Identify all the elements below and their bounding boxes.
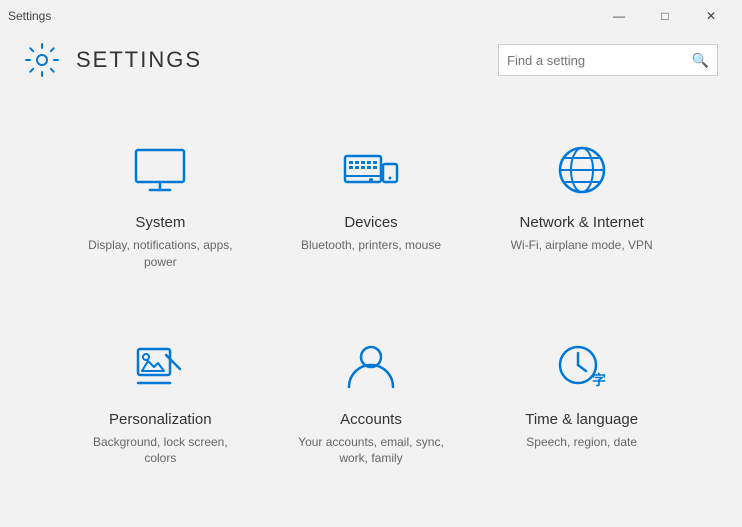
search-input[interactable] xyxy=(507,53,692,68)
header: SETTINGS 🔍 xyxy=(0,32,742,94)
network-name: Network & Internet xyxy=(520,214,644,231)
minimize-button[interactable]: — xyxy=(596,0,642,32)
time-icon: 字 xyxy=(550,335,614,399)
search-icon: 🔍 xyxy=(692,52,709,69)
time-name: Time & language xyxy=(525,411,638,428)
network-desc: Wi-Fi, airplane mode, VPN xyxy=(511,237,653,254)
accounts-icon xyxy=(339,335,403,399)
network-icon xyxy=(550,138,614,202)
close-button[interactable]: ✕ xyxy=(688,0,734,32)
time-desc: Speech, region, date xyxy=(526,434,637,451)
title-bar-title: Settings xyxy=(8,9,51,23)
settings-item-personalization[interactable]: Personalization Background, lock screen,… xyxy=(60,311,261,488)
system-icon xyxy=(128,138,192,202)
system-name: System xyxy=(135,214,185,231)
svg-text:字: 字 xyxy=(592,372,606,388)
title-bar-left: Settings xyxy=(8,9,51,23)
title-bar: Settings — □ ✕ xyxy=(0,0,742,32)
devices-name: Devices xyxy=(344,214,397,231)
personalization-desc: Background, lock screen, colors xyxy=(76,434,245,468)
settings-icon xyxy=(24,42,60,78)
settings-item-devices[interactable]: Devices Bluetooth, printers, mouse xyxy=(271,114,472,291)
personalization-name: Personalization xyxy=(109,411,212,428)
maximize-button[interactable]: □ xyxy=(642,0,688,32)
title-bar-controls: — □ ✕ xyxy=(596,0,734,32)
search-box[interactable]: 🔍 xyxy=(498,44,718,76)
personalization-icon xyxy=(128,335,192,399)
settings-item-network[interactable]: Network & Internet Wi-Fi, airplane mode,… xyxy=(481,114,682,291)
settings-item-accounts[interactable]: Accounts Your accounts, email, sync, wor… xyxy=(271,311,472,488)
accounts-name: Accounts xyxy=(340,411,402,428)
devices-desc: Bluetooth, printers, mouse xyxy=(301,237,441,254)
devices-icon xyxy=(339,138,403,202)
system-desc: Display, notifications, apps, power xyxy=(76,237,245,271)
accounts-desc: Your accounts, email, sync, work, family xyxy=(287,434,456,468)
settings-item-system[interactable]: System Display, notifications, apps, pow… xyxy=(60,114,261,291)
header-title: SETTINGS xyxy=(76,47,202,73)
header-left: SETTINGS xyxy=(24,42,202,78)
settings-item-time[interactable]: 字 Time & language Speech, region, date xyxy=(481,311,682,488)
settings-grid: System Display, notifications, apps, pow… xyxy=(0,94,742,507)
